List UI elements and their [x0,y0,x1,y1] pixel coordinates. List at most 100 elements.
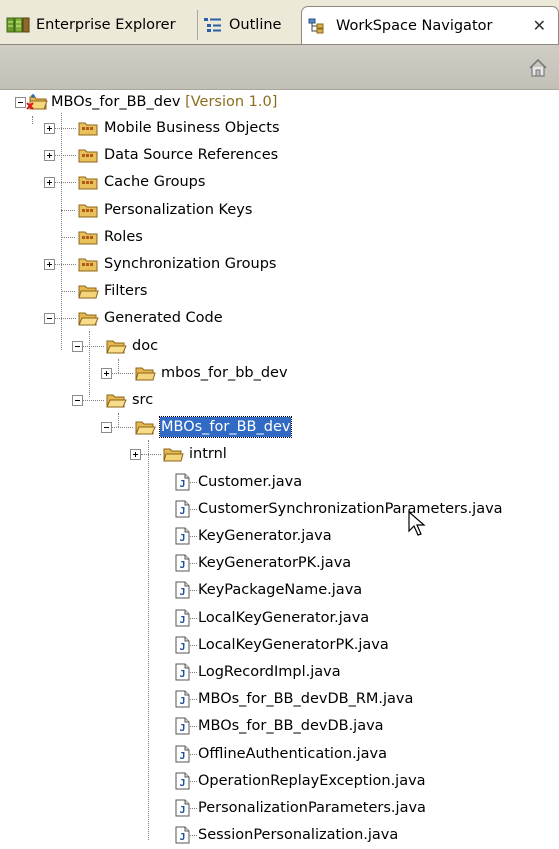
java-file-icon: J [175,609,190,627]
java-file-icon: J [175,581,190,599]
svg-text:J: J [180,642,186,653]
svg-text:J: J [180,669,186,680]
tree-item-label[interactable]: SessionPersonalization.java [197,825,399,845]
tree-item-label[interactable]: LocalKeyGeneratorPK.java [197,635,390,655]
java-file-icon: J [175,799,190,817]
workspace-navigator-icon [308,18,324,33]
expand-toggle[interactable] [44,123,55,134]
svg-text:J: J [180,805,186,816]
tree-item-label[interactable]: KeyPackageName.java [197,580,363,600]
java-file-icon: J [175,500,190,518]
svg-text:J: J [180,560,186,571]
tree-connector [141,454,161,456]
workspace-tree: MBOs_for_BB_dev [Version 1.0] Mobile Bus… [0,90,559,849]
tree-connector [55,155,76,157]
svg-text:J: J [180,832,186,843]
tree-item-label[interactable]: Synchronization Groups [103,254,277,274]
package-folder-icon [78,176,98,190]
package-folder-icon [78,258,98,272]
svg-text:J: J [180,615,186,626]
collapse-toggle[interactable] [15,97,26,108]
tree-item-label[interactable]: Cache Groups [103,172,206,192]
tree-item-label[interactable]: Generated Code [103,308,224,328]
tree-item-label[interactable]: CustomerSynchronizationParameters.java [197,499,504,519]
tree-connector [61,209,75,211]
enterprise-explorer-icon [6,17,30,33]
collapse-toggle[interactable] [72,340,83,352]
package-folder-icon [78,231,98,245]
tree-guide-line [148,440,149,840]
outline-icon [204,18,221,32]
tree-item-label[interactable]: Customer.java [197,472,303,492]
tree-connector [55,318,76,320]
tab-label: Enterprise Explorer [36,17,176,33]
tree-item-label[interactable]: Data Source References [103,145,279,165]
home-icon[interactable] [527,57,549,79]
java-file-icon: J [175,527,190,545]
package-folder-icon [78,149,98,163]
tree-item-label[interactable]: LocalKeyGenerator.java [197,608,370,628]
expand-toggle[interactable] [130,449,141,461]
version-label: [Version 1.0] [185,94,278,110]
tree-item-label[interactable]: Personalization Keys [103,200,253,220]
java-file-icon: J [175,772,190,790]
tree-connector [61,236,75,238]
expand-toggle[interactable] [44,177,55,189]
tab-label: WorkSpace Navigator [336,17,493,34]
tab-divider [197,10,198,40]
view-tab-bar: Enterprise Explorer Outline WorkSpace Na… [0,0,559,44]
tree-item-label[interactable]: MBOs_for_BB_devDB_RM.java [197,689,414,709]
svg-text:J: J [180,778,186,789]
tree-item-label[interactable]: src [131,390,154,410]
expand-toggle[interactable] [44,150,55,162]
mouse-cursor-icon [408,511,426,536]
tree-guide-line [118,359,119,373]
tree-item-label[interactable]: MBOs_for_BB_devDB.java [197,716,385,736]
tree-item-label[interactable]: doc [131,336,159,356]
tree-item-label[interactable]: intrnl [188,444,228,464]
folder-icon [135,367,156,381]
java-file-icon: J [175,826,190,844]
tree-item-label[interactable]: KeyGeneratorPK.java [197,553,352,573]
folder-open-icon [135,421,156,435]
tree-item-label[interactable]: LogRecordImpl.java [197,662,342,682]
tree-guide-line [61,113,62,350]
tree-guide-line [89,331,90,397]
collapse-toggle[interactable] [72,395,83,406]
tab-outline[interactable]: Outline [203,6,299,44]
tab-enterprise-explorer[interactable]: Enterprise Explorer [6,6,192,44]
tree-connector [55,182,76,184]
tab-label: Outline [229,17,282,33]
java-file-icon: J [175,636,190,654]
project-error-icon [26,94,48,110]
collapse-toggle[interactable] [101,422,112,434]
collapse-toggle[interactable] [44,313,55,325]
tree-item-root[interactable]: MBOs_for_BB_dev [Version 1.0] [50,92,278,112]
package-folder-icon [78,122,98,136]
tab-workspace-navigator[interactable]: WorkSpace Navigator ✕ [301,6,559,44]
expand-toggle[interactable] [101,367,112,379]
tree-item-label[interactable]: OperationReplayException.java [197,771,427,791]
tree-item-label[interactable]: OfflineAuthentication.java [197,744,388,764]
tree-guide-line [118,413,119,427]
svg-text:J: J [180,696,186,707]
tree-item-label[interactable]: PersonalizationParameters.java [197,798,427,818]
tree-connector [55,128,76,129]
tree-item-label[interactable]: Filters [103,281,148,301]
java-file-icon: J [175,745,190,763]
expand-toggle[interactable] [44,259,55,270]
tree-item-label[interactable]: Mobile Business Objects [103,118,281,138]
folder-icon [78,285,99,299]
tree-item-label[interactable]: Roles [103,227,144,247]
tree-item-label[interactable]: MBOs_for_BB_dev [158,416,293,439]
java-file-icon: J [175,473,190,491]
tree-connector [55,264,76,265]
tree-connector [112,427,133,429]
tree-guide-line [32,116,33,124]
tree-item-label[interactable]: KeyGenerator.java [197,526,333,546]
tree-item-label[interactable]: mbos_for_bb_dev [160,363,289,383]
svg-text:J: J [180,751,186,762]
tree-connector [61,291,75,293]
close-icon[interactable]: ✕ [533,16,546,35]
svg-text:J: J [180,479,186,490]
